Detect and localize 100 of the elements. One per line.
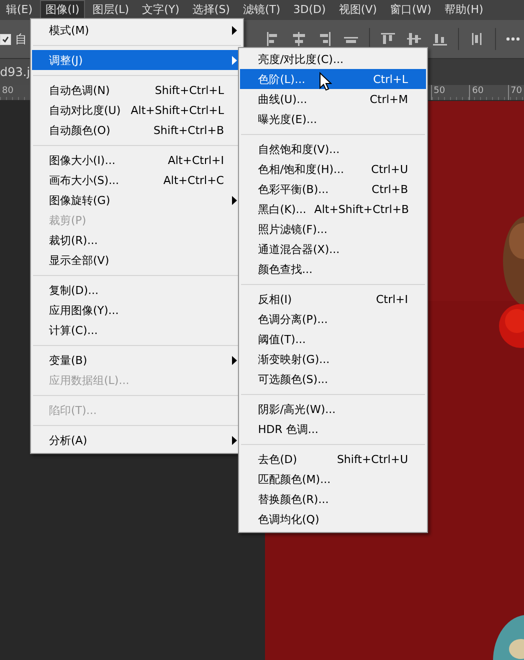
menu-bar-item[interactable]: 图层(L): [86, 0, 136, 20]
menu-item-label: 曲线(U)...: [258, 92, 308, 106]
align-icon[interactable]: [380, 31, 396, 47]
menu-item[interactable]: 应用图像(Y)...: [32, 300, 242, 320]
menu-item-label: 色彩平衡(B)...: [258, 182, 329, 196]
menu-item-label: 通道混合器(X)...: [258, 242, 340, 256]
menu-item[interactable]: 颜色查找...: [240, 259, 426, 279]
menu-item-label: 自动颜色(O): [49, 122, 110, 138]
menu-item-label: 应用图像(Y)...: [49, 302, 119, 318]
menu-item[interactable]: 可选颜色(S)...: [240, 369, 426, 389]
menu-item-label: 色调均化(Q): [258, 512, 320, 526]
shortcut-label: Ctrl+U: [370, 162, 408, 176]
menu-bar-item[interactable]: 帮助(H): [438, 0, 490, 20]
menu-item[interactable]: 计算(C)...: [32, 320, 242, 340]
menu-bar-item[interactable]: 视图(V): [332, 0, 383, 20]
menu-item[interactable]: 显示全部(V): [32, 250, 242, 270]
menu-item-label: 陷印(T)...: [49, 402, 97, 418]
shortcut-label: Ctrl+I: [374, 292, 408, 306]
menu-item[interactable]: 反相(I) Ctrl+I: [240, 289, 426, 309]
menu-item[interactable]: 色相/饱和度(H)... Ctrl+U: [240, 159, 426, 179]
menu-item[interactable]: 分析(A): [32, 430, 242, 450]
menu-item[interactable]: 去色(D) Shift+Ctrl+U: [240, 449, 426, 469]
menu-item-label: 计算(C)...: [49, 322, 98, 338]
menu-item-label: 阴影/高光(W)...: [258, 402, 336, 416]
menu-item[interactable]: 色调分离(P)...: [240, 309, 426, 329]
ruler-label: 80: [1, 85, 14, 98]
menu-item-label: 反相(I): [258, 292, 292, 306]
menu-item-label: 图像旋转(G): [49, 192, 110, 208]
menu-item-label: 显示全部(V): [49, 252, 110, 268]
menu-bar-item[interactable]: 文字(Y): [136, 0, 186, 20]
menu-item[interactable]: 曲线(U)... Ctrl+M: [240, 89, 426, 109]
menu-bar-item[interactable]: 图像(I): [40, 0, 86, 20]
menu-item-label: 应用数据组(L)...: [49, 372, 130, 388]
menu-item[interactable]: 色阶(L)... Ctrl+L: [240, 69, 426, 89]
menu-item[interactable]: 图像旋转(G): [32, 190, 242, 210]
menu-item-label: 曝光度(E)...: [258, 112, 318, 126]
checkbox[interactable]: [0, 34, 11, 44]
menu-item-label: 自动对比度(U): [49, 102, 121, 118]
menu-item[interactable]: 渐变映射(G)...: [240, 349, 426, 369]
menu-bar-item[interactable]: 3D(D): [287, 0, 332, 20]
menu-bar-item[interactable]: 窗口(W): [384, 0, 438, 20]
align-icon[interactable]: [291, 31, 307, 47]
menu-item-label: 可选颜色(S)...: [258, 372, 328, 386]
shortcut-label: Ctrl+B: [370, 182, 408, 196]
menu-item-label: 调整(J): [49, 52, 83, 68]
menu-item-label: 裁切(R)...: [49, 232, 98, 248]
menu-item[interactable]: 阴影/高光(W)...: [240, 399, 426, 419]
menu-item[interactable]: 黑白(K)... Alt+Shift+Ctrl+B: [240, 199, 426, 219]
menu-item[interactable]: 阈值(T)...: [240, 329, 426, 349]
align-icon[interactable]: [406, 31, 422, 47]
menu-item-label: 色相/饱和度(H)...: [258, 162, 344, 176]
menu-item[interactable]: 匹配颜色(M)...: [240, 469, 426, 489]
menu-item-label: 色调分离(P)...: [258, 312, 328, 326]
menu-item-label: 分析(A): [49, 432, 88, 448]
ruler-label: 60: [469, 85, 484, 100]
shortcut-label: Alt+Shift+Ctrl+B: [313, 202, 409, 216]
menu-item-label: 颜色查找...: [258, 262, 312, 276]
menu-item[interactable]: 替换颜色(R)...: [240, 489, 426, 509]
menu-item-label: 自动色调(N): [49, 82, 110, 98]
menu-item[interactable]: 自动对比度(U) Alt+Shift+Ctrl+L: [32, 100, 242, 120]
menu-item[interactable]: 模式(M): [32, 20, 242, 40]
menu-item-label: 亮度/对比度(C)...: [258, 52, 344, 66]
menu-item[interactable]: 照片滤镜(F)...: [240, 219, 426, 239]
more-icon[interactable]: [506, 37, 520, 41]
menu-bar-item[interactable]: 滤镜(T): [236, 0, 286, 20]
menu-item-label: 去色(D): [258, 452, 298, 466]
ruler-label: 50: [430, 85, 446, 100]
menu-item[interactable]: 亮度/对比度(C)...: [240, 49, 426, 69]
menu-item-label: 阈值(T)...: [258, 332, 306, 346]
menu-item-label: 裁剪(P): [49, 212, 86, 228]
shortcut-label: Alt+Ctrl+I: [166, 154, 224, 166]
menu-bar-item[interactable]: 选择(S): [186, 0, 236, 20]
align-icon[interactable]: [317, 31, 333, 47]
menu-item[interactable]: HDR 色调...: [240, 419, 426, 439]
shortcut-label: Alt+Shift+Ctrl+L: [130, 104, 224, 116]
menu-bar-item[interactable]: 辑(E): [0, 0, 39, 20]
shortcut-label: Shift+Ctrl+U: [336, 452, 408, 466]
menu-item[interactable]: 复制(D)...: [32, 280, 242, 300]
menu-item[interactable]: 变量(B): [32, 350, 242, 370]
menu-item[interactable]: 裁切(R)...: [32, 230, 242, 250]
shortcut-label: Ctrl+M: [368, 92, 408, 106]
menu-item[interactable]: 图像大小(I)... Alt+Ctrl+I: [32, 150, 242, 170]
menu-item[interactable]: 色彩平衡(B)... Ctrl+B: [240, 179, 426, 199]
menu-item-label: 自然饱和度(V)...: [258, 142, 340, 156]
cursor-icon: [319, 72, 332, 91]
align-icon[interactable]: [432, 31, 448, 47]
ruler-label: 70: [508, 85, 522, 100]
menu-item[interactable]: 画布大小(S)... Alt+Ctrl+C: [32, 170, 242, 190]
menu-item-label: 匹配颜色(M)...: [258, 472, 331, 486]
menu-item-label: 画布大小(S)...: [49, 172, 120, 188]
menu-item[interactable]: 自然饱和度(V)...: [240, 139, 426, 159]
shortcut-label: Shift+Ctrl+L: [154, 84, 224, 96]
menu-item[interactable]: 通道混合器(X)...: [240, 239, 426, 259]
menu-item-label: HDR 色调...: [258, 422, 318, 436]
menu-item[interactable]: 自动颜色(O) Shift+Ctrl+B: [32, 120, 242, 140]
menu-item[interactable]: 色调均化(Q): [240, 509, 426, 529]
shortcut-label: Shift+Ctrl+B: [152, 124, 224, 136]
menu-item-label: 复制(D)...: [49, 282, 99, 298]
menu-item-label: 黑白(K)...: [258, 202, 306, 216]
menu-item[interactable]: 曝光度(E)...: [240, 109, 426, 129]
